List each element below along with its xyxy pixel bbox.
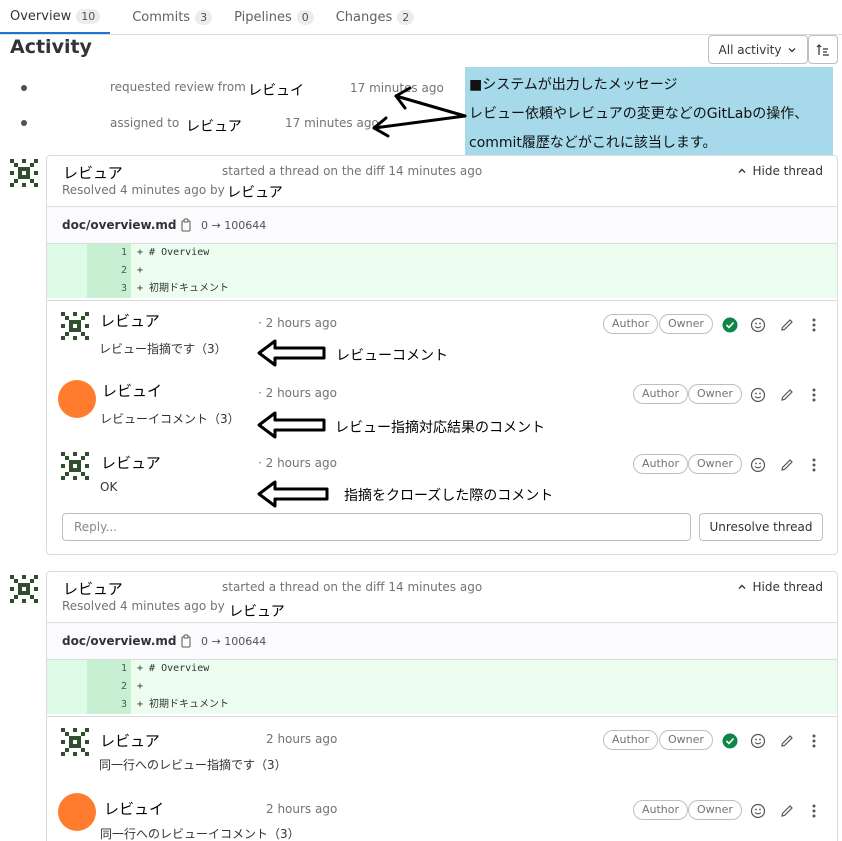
comment-time[interactable]: 2 hours ago [266, 732, 337, 746]
annotation-label: 指摘をクローズした際のコメント [344, 488, 554, 504]
comment: レビュア 2 hours ago 同一行へのレビュー指摘です（3） Author… [47, 718, 839, 788]
comment-author[interactable]: レビュイ [104, 798, 164, 819]
diff-code: + 初期ドキュメント [131, 696, 837, 714]
hide-thread-label: Hide thread [752, 580, 823, 594]
block-arrow-icon [257, 411, 326, 439]
line-number: 1 [87, 660, 131, 678]
edit-pencil-icon[interactable] [779, 803, 795, 819]
discussion-thread: レビュア started a thread on the diff 14 min… [46, 571, 838, 841]
diff-code: + [131, 678, 837, 696]
thread-header: レビュア started a thread on the diff 14 min… [47, 572, 837, 623]
more-actions-icon[interactable] [810, 733, 818, 749]
diff-line: 3 + 初期ドキュメント [47, 696, 837, 714]
annotation-label: レビューコメント [336, 348, 448, 364]
copy-path-icon[interactable] [181, 634, 193, 648]
line-number: 3 [87, 696, 131, 714]
author-badge: Author [603, 730, 659, 750]
chevron-up-icon [738, 584, 746, 589]
file-mode: 0 → 100644 [201, 635, 267, 648]
emoji-reaction-icon[interactable] [750, 733, 766, 749]
avatar-reviewer[interactable] [61, 728, 89, 756]
edit-pencil-icon[interactable] [779, 733, 795, 749]
thread-resolved-text: Resolved 4 minutes ago by [62, 599, 225, 613]
owner-badge: Owner [688, 800, 742, 820]
comment: レビュイ 2 hours ago 同一行へのレビューイコメント（3） Autho… [47, 788, 839, 841]
block-arrow-icon [257, 480, 329, 508]
author-badge: Author [633, 800, 689, 820]
resolved-check-icon[interactable] [722, 733, 738, 749]
comment-body: 同一行へのレビュー指摘です（3） [99, 758, 287, 772]
diff-line: 2 + [47, 678, 837, 696]
diff-line: 1 + # Overview [47, 660, 837, 678]
comment-author[interactable]: レビュア [100, 730, 160, 751]
thread-author[interactable]: レビュア [63, 578, 123, 599]
comment-time[interactable]: 2 hours ago [266, 802, 337, 816]
annotation-label: レビュー指摘対応結果のコメント [335, 420, 545, 436]
emoji-reaction-icon[interactable] [750, 803, 766, 819]
diff-file-header: doc/overview.md 0 → 100644 [47, 623, 837, 660]
avatar-reviewee[interactable] [58, 793, 96, 831]
hide-thread-button[interactable]: Hide thread [737, 580, 823, 594]
thread-started-text: started a thread on the diff 14 minutes … [222, 580, 483, 594]
block-arrow-icon [257, 339, 326, 367]
file-path[interactable]: doc/overview.md [62, 634, 177, 648]
comment-body: 同一行へのレビューイコメント（3） [100, 827, 300, 841]
more-actions-icon[interactable] [810, 803, 818, 819]
thread-resolver[interactable]: レビュア [229, 601, 285, 621]
diff-code: + # Overview [131, 660, 837, 678]
owner-badge: Owner [659, 730, 713, 750]
avatar-reviewer[interactable] [10, 575, 38, 603]
diff-snippet: 1 + # Overview 2 + 3 + 初期ドキュメント [47, 660, 837, 717]
line-number: 2 [87, 678, 131, 696]
